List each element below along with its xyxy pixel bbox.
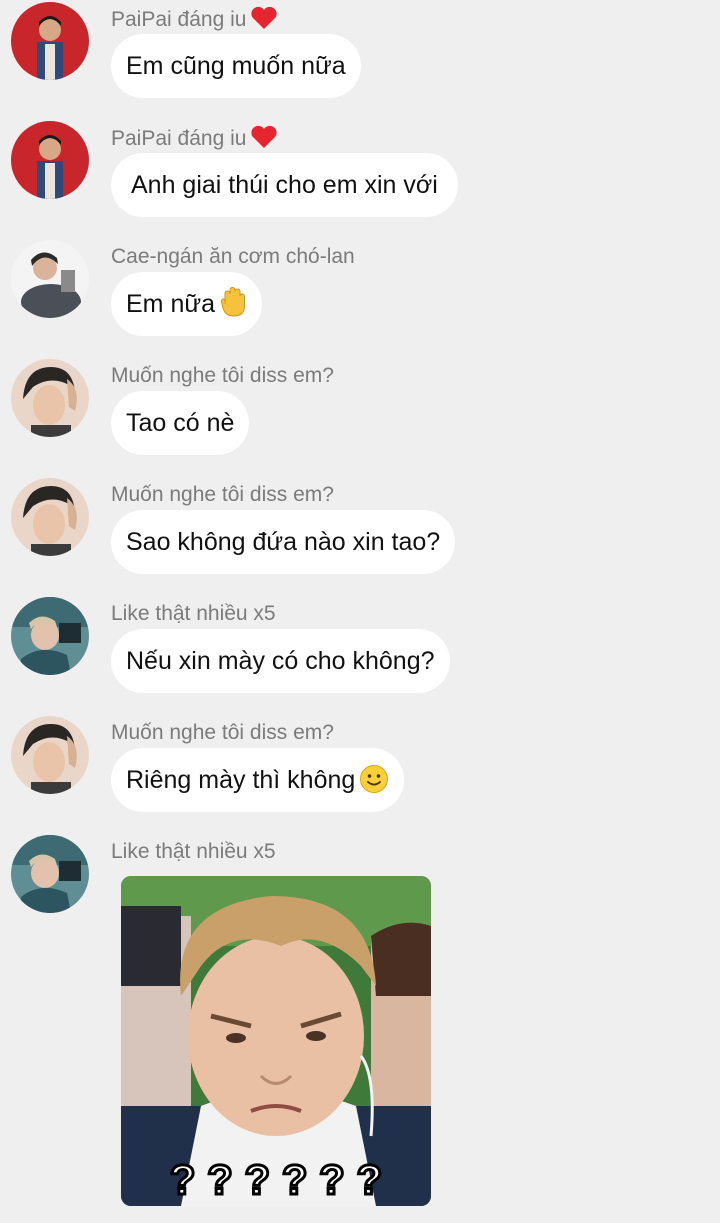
message-bubble[interactable]: Sao không đứa nào xin tao?: [111, 510, 456, 574]
sender-name: PaiPai đáng iu: [111, 6, 278, 37]
sender-name: Muốn nghe tôi diss em?: [111, 721, 334, 744]
sender-name: PaiPai đáng iu: [111, 125, 278, 156]
heart-icon: [250, 6, 278, 37]
message-bubble[interactable]: Em cũng muốn nữa: [111, 34, 361, 98]
avatar-cae[interactable]: [11, 240, 89, 318]
message-bubble[interactable]: Em nữa: [111, 272, 262, 336]
meme-image[interactable]: ? ? ? ? ? ?: [121, 876, 431, 1206]
sender-name: Cae-ngán ăn cơm chó-lan: [111, 245, 355, 268]
raised-hand-emoji: [219, 278, 247, 342]
avatar-muon-nghe[interactable]: [11, 359, 89, 437]
sender-name: Muốn nghe tôi diss em?: [111, 364, 334, 387]
message-bubble[interactable]: Nếu xin mày có cho không?: [111, 629, 450, 693]
sender-name: Muốn nghe tôi diss em?: [111, 483, 334, 506]
avatar-muon-nghe[interactable]: [11, 478, 89, 556]
sender-name: Like thật nhiều x5: [111, 840, 276, 863]
meme-caption: ? ? ? ? ? ?: [170, 1156, 382, 1203]
heart-icon: [250, 125, 278, 156]
message-bubble[interactable]: Riêng mày thì không: [111, 748, 405, 812]
sender-name: Like thật nhiều x5: [111, 602, 276, 625]
message-bubble[interactable]: Tao có nè: [111, 391, 250, 455]
avatar-muon-nghe[interactable]: [11, 716, 89, 794]
smile-emoji: [359, 754, 389, 818]
avatar-paipai[interactable]: [11, 121, 89, 199]
avatar-like-that-nhieu[interactable]: [11, 597, 89, 675]
avatar-like-that-nhieu[interactable]: [11, 835, 89, 913]
avatar-paipai[interactable]: [11, 2, 89, 80]
message-bubble[interactable]: Anh giai thúi cho em xin với: [111, 153, 458, 217]
